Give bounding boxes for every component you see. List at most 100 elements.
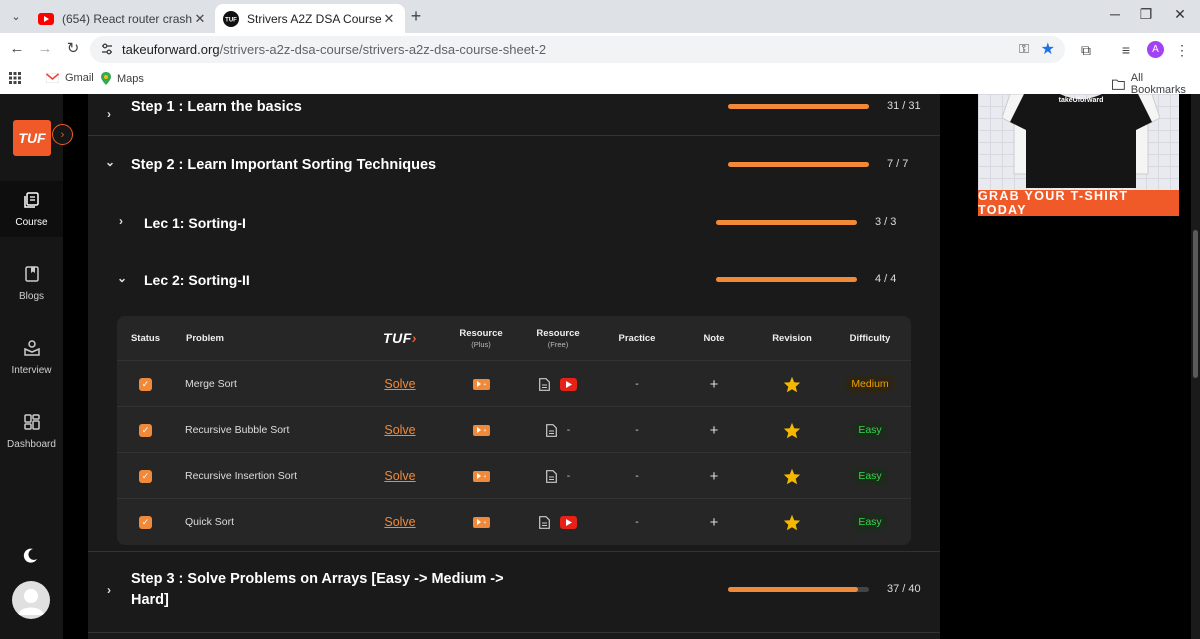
- problem-name[interactable]: Quick Sort: [185, 499, 365, 545]
- lecture-2-row[interactable]: ⌄ Lec 2: Sorting-II 4 / 4: [88, 260, 940, 300]
- solve-link[interactable]: Solve: [384, 377, 415, 391]
- completed-checkbox[interactable]: ✓: [139, 469, 152, 483]
- article-icon[interactable]: [539, 377, 550, 391]
- table-row: ✓ Merge Sort Solve + - + Medium: [117, 360, 911, 406]
- password-key-icon[interactable]: ⚿: [1019, 41, 1029, 57]
- youtube-video-icon[interactable]: [560, 377, 577, 391]
- article-icon[interactable]: [545, 469, 557, 483]
- restore-icon[interactable]: ❐: [1136, 6, 1156, 23]
- tshirt-image: takeUforward: [1002, 94, 1160, 188]
- status-cell: ✓: [123, 407, 168, 453]
- close-tab-icon[interactable]: ✕: [381, 11, 397, 27]
- tab-strivers-sheet[interactable]: TUF Strivers A2Z DSA Course/Sheet ✕: [215, 4, 405, 33]
- scrollbar-thumb[interactable]: [1193, 230, 1198, 378]
- star-icon[interactable]: [783, 376, 801, 393]
- practice-cell[interactable]: -: [609, 453, 665, 499]
- solve-link[interactable]: Solve: [384, 515, 415, 529]
- step-1-row[interactable]: › Step 1 : Learn the basics 31 / 31: [88, 94, 940, 135]
- chevron-down-icon: ⌄: [105, 155, 116, 169]
- resource-plus-cell: +: [453, 407, 509, 453]
- user-avatar[interactable]: [12, 581, 50, 619]
- apps-grid-icon[interactable]: [9, 72, 21, 84]
- add-note-button[interactable]: +: [686, 499, 742, 545]
- sidebar-item-blogs[interactable]: Blogs: [0, 255, 63, 311]
- practice-cell[interactable]: -: [609, 407, 665, 453]
- completed-checkbox[interactable]: ✓: [139, 515, 152, 529]
- table-row: ✓ Recursive Bubble Sort Solve + - - + Ea…: [117, 406, 911, 452]
- expand-sidebar-button[interactable]: ›: [52, 124, 73, 145]
- tab-search-button[interactable]: ⌄: [6, 6, 26, 26]
- address-bar[interactable]: takeuforward.org/strivers-a2z-dsa-course…: [90, 36, 1065, 63]
- resource-free-cell: [530, 499, 586, 545]
- media-queue-icon[interactable]: ≡: [1117, 41, 1135, 59]
- header-status: Status: [130, 332, 161, 344]
- problem-name[interactable]: Recursive Insertion Sort: [185, 453, 365, 499]
- star-icon[interactable]: [783, 468, 801, 485]
- plus-video-icon[interactable]: +: [472, 424, 490, 436]
- star-icon[interactable]: [783, 422, 801, 439]
- lecture-progress-count: 4 / 4: [875, 273, 897, 285]
- tuf-logo[interactable]: TUF: [13, 120, 51, 156]
- back-icon[interactable]: ←: [7, 39, 27, 59]
- lecture-progress-bar: [716, 277, 857, 282]
- step-progress-count: 31 / 31: [887, 100, 921, 112]
- sidebar-item-course[interactable]: Course: [0, 181, 63, 237]
- add-note-button[interactable]: +: [686, 361, 742, 407]
- left-sidebar: TUF › Course Blogs Interview Dashboard: [0, 94, 73, 639]
- ad-banner-text[interactable]: GRAB YOUR T-SHIRT TODAY: [978, 189, 1179, 216]
- problem-name[interactable]: Merge Sort: [185, 361, 365, 407]
- practice-cell[interactable]: -: [609, 361, 665, 407]
- problem-name[interactable]: Recursive Bubble Sort: [185, 407, 365, 453]
- completed-checkbox[interactable]: ✓: [139, 377, 152, 391]
- extensions-icon[interactable]: ⧉: [1077, 41, 1095, 59]
- bookmark-maps[interactable]: Maps: [101, 72, 144, 85]
- header-tuf-logo: TUF›: [383, 330, 417, 346]
- bookmark-star-icon[interactable]: ★: [1041, 39, 1055, 59]
- article-icon[interactable]: [545, 423, 557, 437]
- article-icon[interactable]: [539, 515, 550, 529]
- tab-react-router[interactable]: (654) React router crash course ✕: [30, 4, 216, 33]
- progress-fill: [716, 277, 857, 282]
- lecture-progress-bar: [716, 220, 857, 225]
- close-tab-icon[interactable]: ✕: [192, 11, 208, 27]
- lecture-1-row[interactable]: › Lec 1: Sorting-I 3 / 3: [88, 202, 940, 242]
- tshirt-ad[interactable]: takeUforward GRAB YOUR T-SHIRT TODAY: [978, 94, 1179, 216]
- sidebar-item-interview[interactable]: Interview: [0, 329, 63, 385]
- resource-plus-cell: +: [453, 361, 509, 407]
- solve-link[interactable]: Solve: [384, 423, 415, 437]
- site-info-icon[interactable]: [100, 42, 114, 56]
- star-icon[interactable]: [783, 514, 801, 531]
- step-3-row[interactable]: › Step 3 : Solve Problems on Arrays [Eas…: [88, 552, 940, 632]
- new-tab-button[interactable]: +: [406, 6, 426, 26]
- progress-fill: [728, 104, 869, 109]
- add-note-button[interactable]: +: [686, 453, 742, 499]
- forward-icon[interactable]: →: [35, 39, 55, 59]
- close-window-icon[interactable]: ✕: [1170, 6, 1190, 23]
- sidebar-item-dashboard[interactable]: Dashboard: [0, 403, 63, 459]
- svg-text:+: +: [483, 474, 486, 479]
- svg-text:takeUforward: takeUforward: [1059, 97, 1104, 104]
- lecture-title: Lec 2: Sorting-II: [144, 272, 250, 288]
- profile-avatar[interactable]: A: [1147, 41, 1164, 58]
- plus-video-icon[interactable]: +: [472, 470, 490, 482]
- plus-video-icon[interactable]: +: [472, 378, 490, 390]
- dark-mode-toggle-icon[interactable]: [21, 547, 41, 567]
- revision-cell: [764, 361, 820, 407]
- reload-icon[interactable]: ↻: [63, 39, 83, 59]
- practice-cell[interactable]: -: [609, 499, 665, 545]
- menu-kebab-icon[interactable]: ⋮: [1173, 41, 1191, 59]
- minimize-icon[interactable]: ─: [1105, 6, 1125, 22]
- bookmarks-bar: Gmail Maps All Bookmarks: [0, 65, 1200, 96]
- page-scrollbar[interactable]: [1191, 94, 1200, 639]
- step-progress-bar: [728, 104, 869, 109]
- all-bookmarks-button[interactable]: All Bookmarks: [1112, 72, 1200, 96]
- youtube-video-icon[interactable]: [560, 515, 577, 529]
- solve-link[interactable]: Solve: [384, 469, 415, 483]
- bookmark-gmail[interactable]: Gmail: [46, 72, 94, 84]
- plus-video-icon[interactable]: +: [472, 516, 490, 528]
- step-2-row[interactable]: ⌄ Step 2 : Learn Important Sorting Techn…: [88, 136, 940, 194]
- completed-checkbox[interactable]: ✓: [139, 423, 152, 437]
- tab-title: (654) React router crash course: [62, 11, 192, 26]
- header-practice: Practice: [618, 332, 656, 344]
- add-note-button[interactable]: +: [686, 407, 742, 453]
